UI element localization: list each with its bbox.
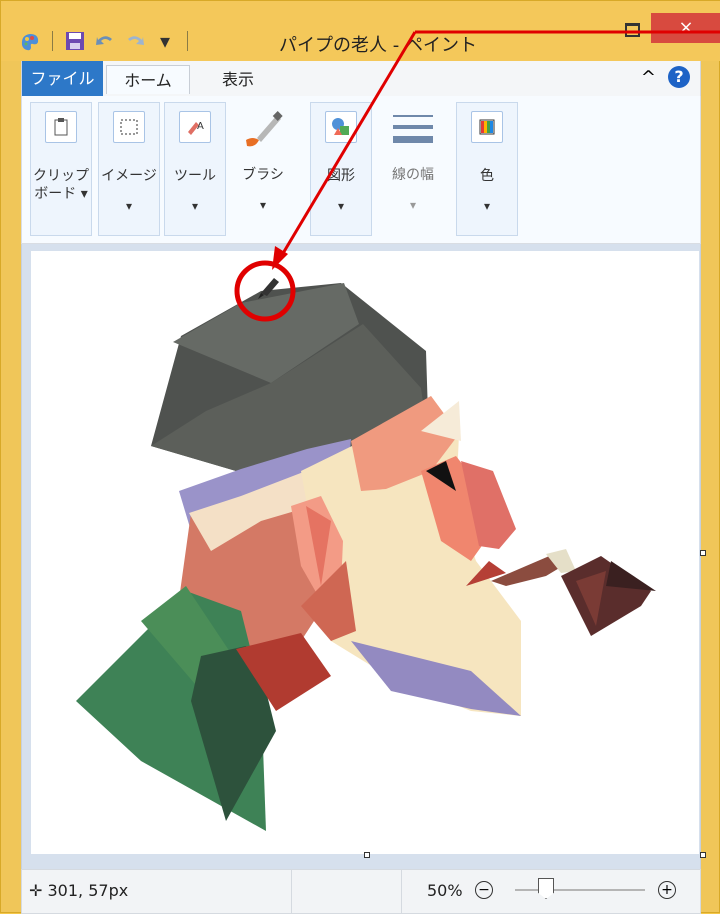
annotation-line [280,31,417,256]
annotation-circle [234,260,296,322]
annotation-overlay [234,30,720,322]
